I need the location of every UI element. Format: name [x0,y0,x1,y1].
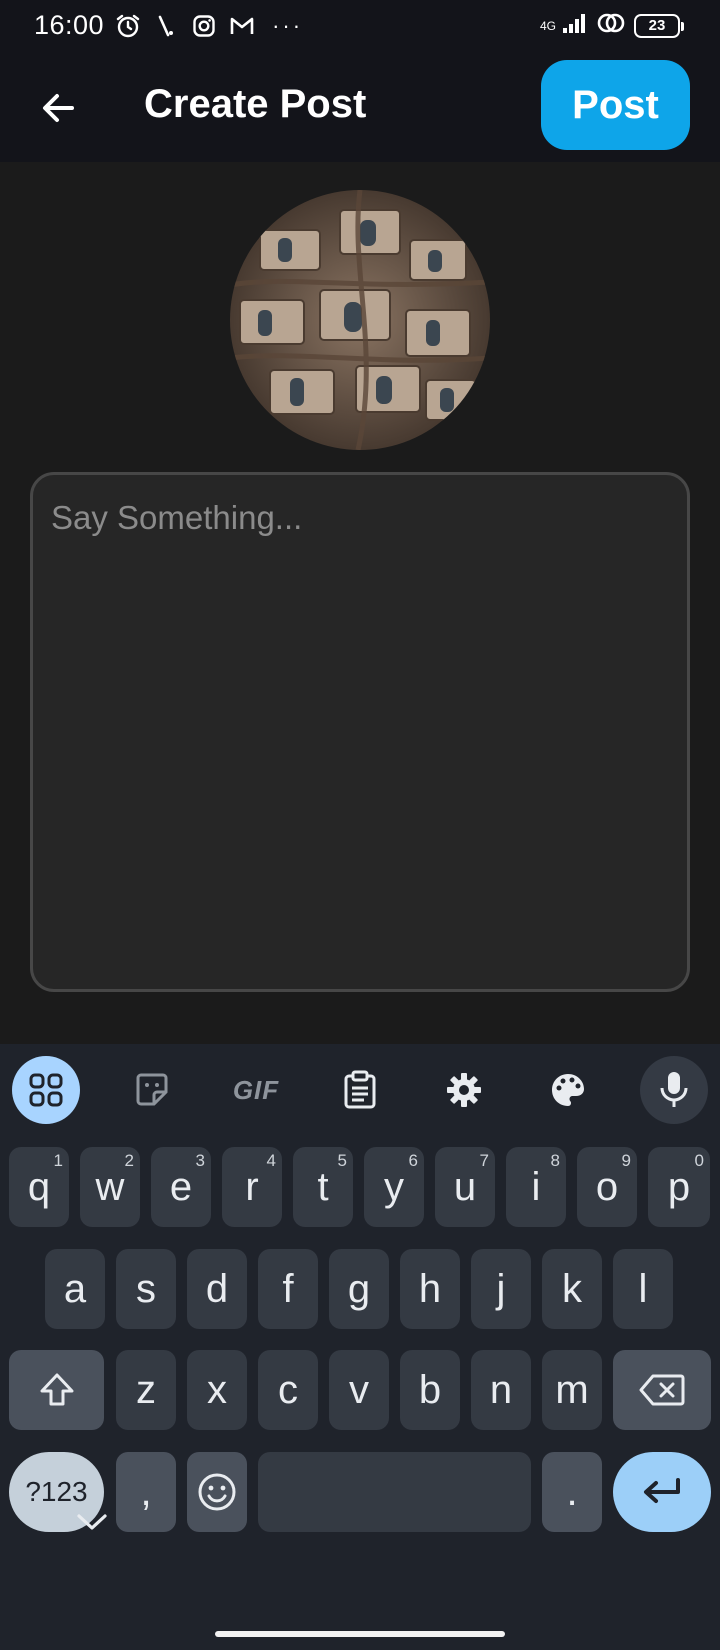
palette-icon [552,1074,584,1106]
key-m[interactable]: m [542,1350,602,1430]
battery-indicator: 23 [634,13,684,38]
key-a[interactable]: a [45,1249,105,1329]
voice-input-button[interactable] [640,1056,708,1124]
emoji-key[interactable] [187,1452,247,1532]
gif-button[interactable]: GIF [222,1056,290,1124]
app-bar: Create Post Post [0,54,720,162]
shift-arrow-icon [40,1373,73,1406]
post-image-preview[interactable] [230,190,490,450]
key-e[interactable]: e3 [151,1147,211,1227]
status-time: 16:00 [34,10,105,40]
key-o[interactable]: o9 [577,1147,637,1227]
key-x[interactable]: x [187,1350,247,1430]
app-notification-icon [152,12,180,40]
enter-key[interactable] [613,1452,711,1532]
key-t[interactable]: t5 [293,1147,353,1227]
key-w[interactable]: w2 [80,1147,140,1227]
more-notifications-icon: ··· [272,12,304,38]
back-arrow-icon [43,94,74,122]
post-text-input[interactable] [51,499,669,965]
key-g[interactable]: g [329,1249,389,1329]
status-bar: 16:00 ··· 4G 23 [0,0,720,54]
key-j[interactable]: j [471,1249,531,1329]
key-i[interactable]: i8 [506,1147,566,1227]
create-post-form [0,162,720,1044]
key-z[interactable]: z [116,1350,176,1430]
key-p[interactable]: p0 [648,1147,710,1227]
gif-label: GIF [232,1074,280,1105]
apps-grid-icon [29,1073,63,1107]
hide-keyboard-button[interactable] [66,1496,118,1548]
backspace-key[interactable] [613,1350,711,1430]
network-type: 4G [539,18,556,33]
key-y[interactable]: y6 [364,1147,424,1227]
post-text-field[interactable] [30,472,690,992]
keyboard-toolbar: GIF [0,1044,720,1134]
clipboard-icon [344,1070,376,1109]
comma-key[interactable]: , [116,1452,176,1532]
key-f[interactable]: f [258,1249,318,1329]
sticker-icon [136,1073,168,1106]
emoji-icon [198,1473,236,1511]
space-key[interactable] [258,1452,531,1532]
back-button[interactable] [28,78,88,138]
key-r[interactable]: r4 [222,1147,282,1227]
alarm-icon [114,12,142,40]
gmail-icon [228,12,256,40]
keyboard-settings-button[interactable] [430,1056,498,1124]
clipboard-button[interactable] [326,1056,394,1124]
key-v[interactable]: v [329,1350,389,1430]
sticker-button[interactable] [118,1056,186,1124]
key-l[interactable]: l [613,1249,673,1329]
keyboard-apps-button[interactable] [12,1056,80,1124]
shift-key[interactable] [9,1350,104,1430]
period-key[interactable]: . [542,1452,602,1532]
key-b[interactable]: b [400,1350,460,1430]
key-n[interactable]: n [471,1350,531,1430]
enter-arrow-icon [644,1478,680,1503]
key-k[interactable]: k [542,1249,602,1329]
microphone-icon [660,1072,688,1107]
link-icon [596,12,626,39]
key-s[interactable]: s [116,1249,176,1329]
page-title: Create Post [144,82,367,126]
backspace-icon [639,1374,685,1406]
key-c[interactable]: c [258,1350,318,1430]
post-button[interactable]: Post [541,60,690,150]
soft-keyboard: GIF q1 w2 e3 r4 t5 y6 u7 i8 o9 p0 a s d … [0,1044,720,1650]
instagram-icon [190,12,218,40]
signal-icon [562,12,588,39]
gear-icon [447,1073,481,1107]
key-q[interactable]: q1 [9,1147,69,1227]
key-u[interactable]: u7 [435,1147,495,1227]
key-d[interactable]: d [187,1249,247,1329]
key-h[interactable]: h [400,1249,460,1329]
chevron-down-icon [77,1514,107,1530]
home-indicator[interactable] [215,1631,505,1637]
theme-button[interactable] [534,1056,602,1124]
